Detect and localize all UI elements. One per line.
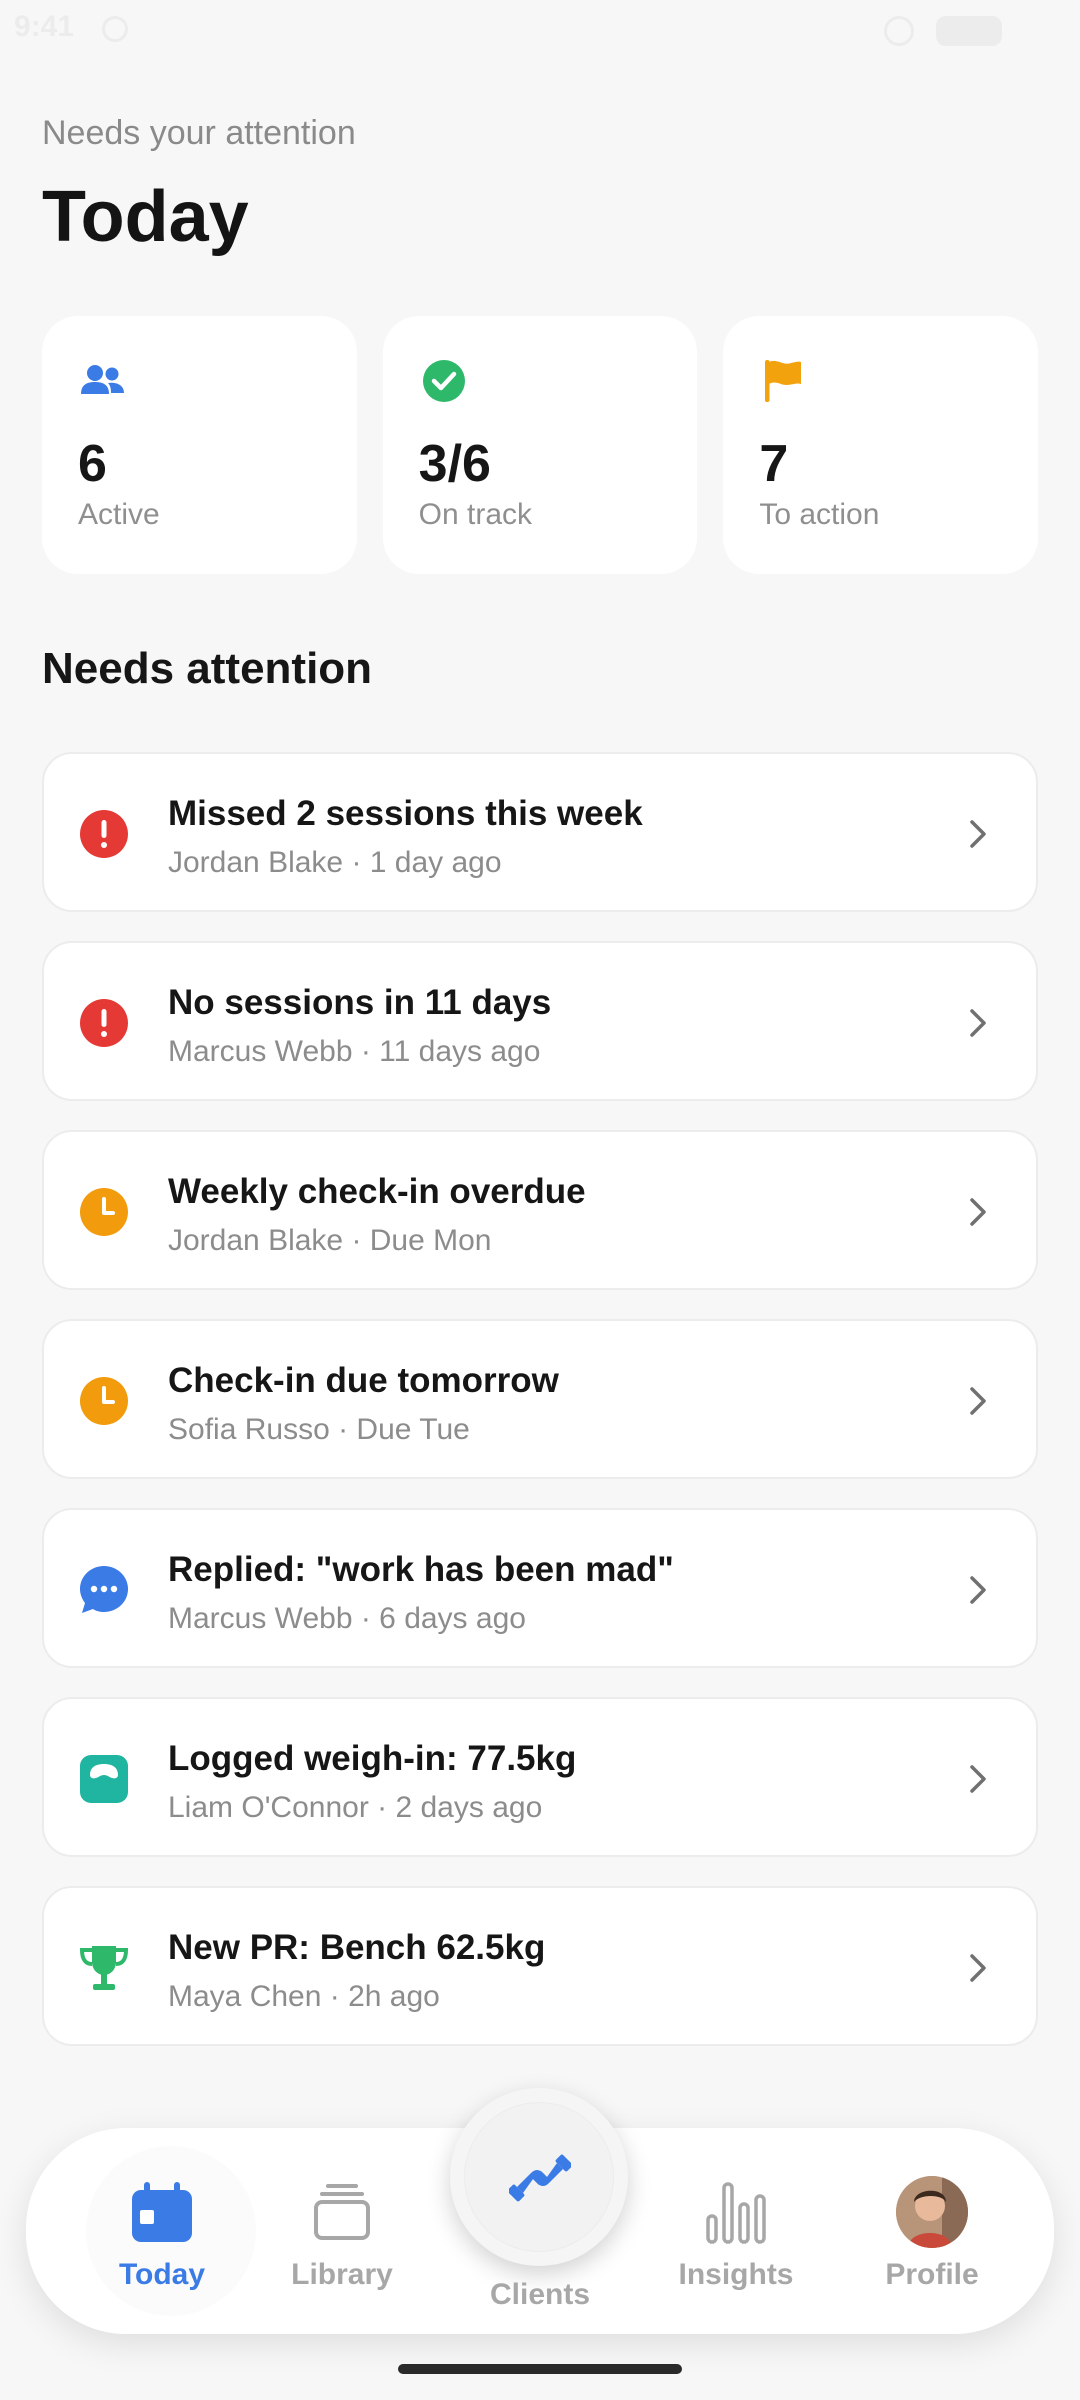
chat-bubble-icon <box>80 1566 128 1613</box>
list-item[interactable]: Replied: "work has been mad" Marcus Webb… <box>42 1508 1038 1668</box>
alert-title: New PR: Bench 62.5kg <box>168 1928 546 1967</box>
alert-meta: Marcus Webb · 11 days ago <box>168 1035 541 1068</box>
list-item[interactable]: Weekly check-in overdue Jordan Blake · D… <box>42 1130 1038 1290</box>
stat-label: On track <box>418 498 533 531</box>
chevron-right-icon <box>970 1387 986 1415</box>
alert-meta: Sofia Russo · Due Tue <box>168 1413 470 1446</box>
users-icon <box>81 365 124 394</box>
chevron-right-icon <box>970 1009 986 1037</box>
alert-list: Missed 2 sessions this week Jordan Blake… <box>42 752 1038 2075</box>
alert-meta: Marcus Webb · 6 days ago <box>168 1602 526 1635</box>
alert-title: Missed 2 sessions this week <box>168 794 643 833</box>
alert-icon <box>80 999 128 1047</box>
chevron-right-icon <box>970 1576 986 1604</box>
calendar-icon <box>132 2182 192 2242</box>
alert-meta: Liam O'Connor · 2 days ago <box>168 1791 543 1824</box>
alert-meta: Jordan Blake · 1 day ago <box>168 846 502 879</box>
nav-label: Today <box>118 2258 206 2291</box>
fab-inner <box>464 2102 614 2252</box>
nav-item-profile[interactable]: Profile <box>842 2128 1022 2334</box>
check-circle-icon <box>422 360 465 402</box>
chevron-right-icon <box>970 1765 986 1793</box>
bar-chart-icon <box>706 2182 766 2244</box>
library-icon <box>314 2184 370 2240</box>
notification-icon <box>102 16 128 42</box>
stat-label: To action <box>759 498 880 531</box>
alert-title: Check-in due tomorrow <box>168 1361 559 1400</box>
clock-icon <box>80 1188 128 1236</box>
stat-label: Active <box>78 498 160 531</box>
alert-title: Logged weigh-in: 77.5kg <box>168 1739 577 1778</box>
stat-value: 6 <box>78 435 107 493</box>
battery-icon <box>936 16 1002 46</box>
stats-row: 6 Active 3/6 On track 7 To action <box>42 316 1039 574</box>
clients-fab-button[interactable] <box>450 2088 628 2266</box>
alert-icon <box>80 810 128 858</box>
trophy-icon <box>79 1946 129 1990</box>
stat-value: 7 <box>759 435 789 493</box>
stat-value: 3/6 <box>418 435 491 493</box>
chevron-right-icon <box>970 1198 986 1226</box>
page-title: Today <box>42 177 249 257</box>
scale-icon <box>80 1755 128 1803</box>
section-title: Needs attention <box>42 644 373 693</box>
list-item[interactable]: New PR: Bench 62.5kg Maya Chen · 2h ago <box>42 1886 1038 2046</box>
stat-card-to-action[interactable]: 7 To action <box>723 316 1039 574</box>
nav-item-today[interactable]: Today <box>72 2128 252 2334</box>
alert-title: No sessions in 11 days <box>168 983 552 1022</box>
list-item[interactable]: Logged weigh-in: 77.5kg Liam O'Connor · … <box>42 1697 1038 1857</box>
clients-label: Clients <box>489 2278 591 2311</box>
alert-meta: Jordan Blake · Due Mon <box>168 1224 492 1257</box>
handshake-icon <box>509 2154 571 2202</box>
list-item[interactable]: Check-in due tomorrow Sofia Russo · Due … <box>42 1319 1038 1479</box>
list-item[interactable]: No sessions in 11 days Marcus Webb · 11 … <box>42 941 1038 1101</box>
nav-label: Insights <box>678 2258 794 2291</box>
wifi-icon <box>884 16 914 46</box>
alert-meta: Maya Chen · 2h ago <box>168 1980 440 2013</box>
chevron-right-icon <box>970 820 986 848</box>
chevron-right-icon <box>970 1954 986 1982</box>
nav-item-insights[interactable]: Insights <box>646 2128 826 2334</box>
status-time: 9:41 <box>14 10 75 43</box>
flag-icon <box>765 360 802 402</box>
alert-title: Replied: "work has been mad" <box>168 1550 674 1589</box>
clock-icon <box>80 1377 128 1425</box>
nav-item-library[interactable]: Library <box>252 2128 432 2334</box>
nav-label: Library <box>291 2258 393 2291</box>
alert-title: Weekly check-in overdue <box>168 1172 586 1211</box>
status-bar: 9:41 <box>0 0 1080 64</box>
nav-label: Profile <box>885 2258 979 2291</box>
home-indicator[interactable] <box>398 2364 682 2374</box>
list-item[interactable]: Missed 2 sessions this week Jordan Blake… <box>42 752 1038 912</box>
avatar <box>896 2176 968 2248</box>
stat-card-active[interactable]: 6 Active <box>42 316 357 574</box>
stat-card-on-track[interactable]: 3/6 On track <box>382 316 698 574</box>
page-subtitle: Needs your attention <box>42 114 356 152</box>
